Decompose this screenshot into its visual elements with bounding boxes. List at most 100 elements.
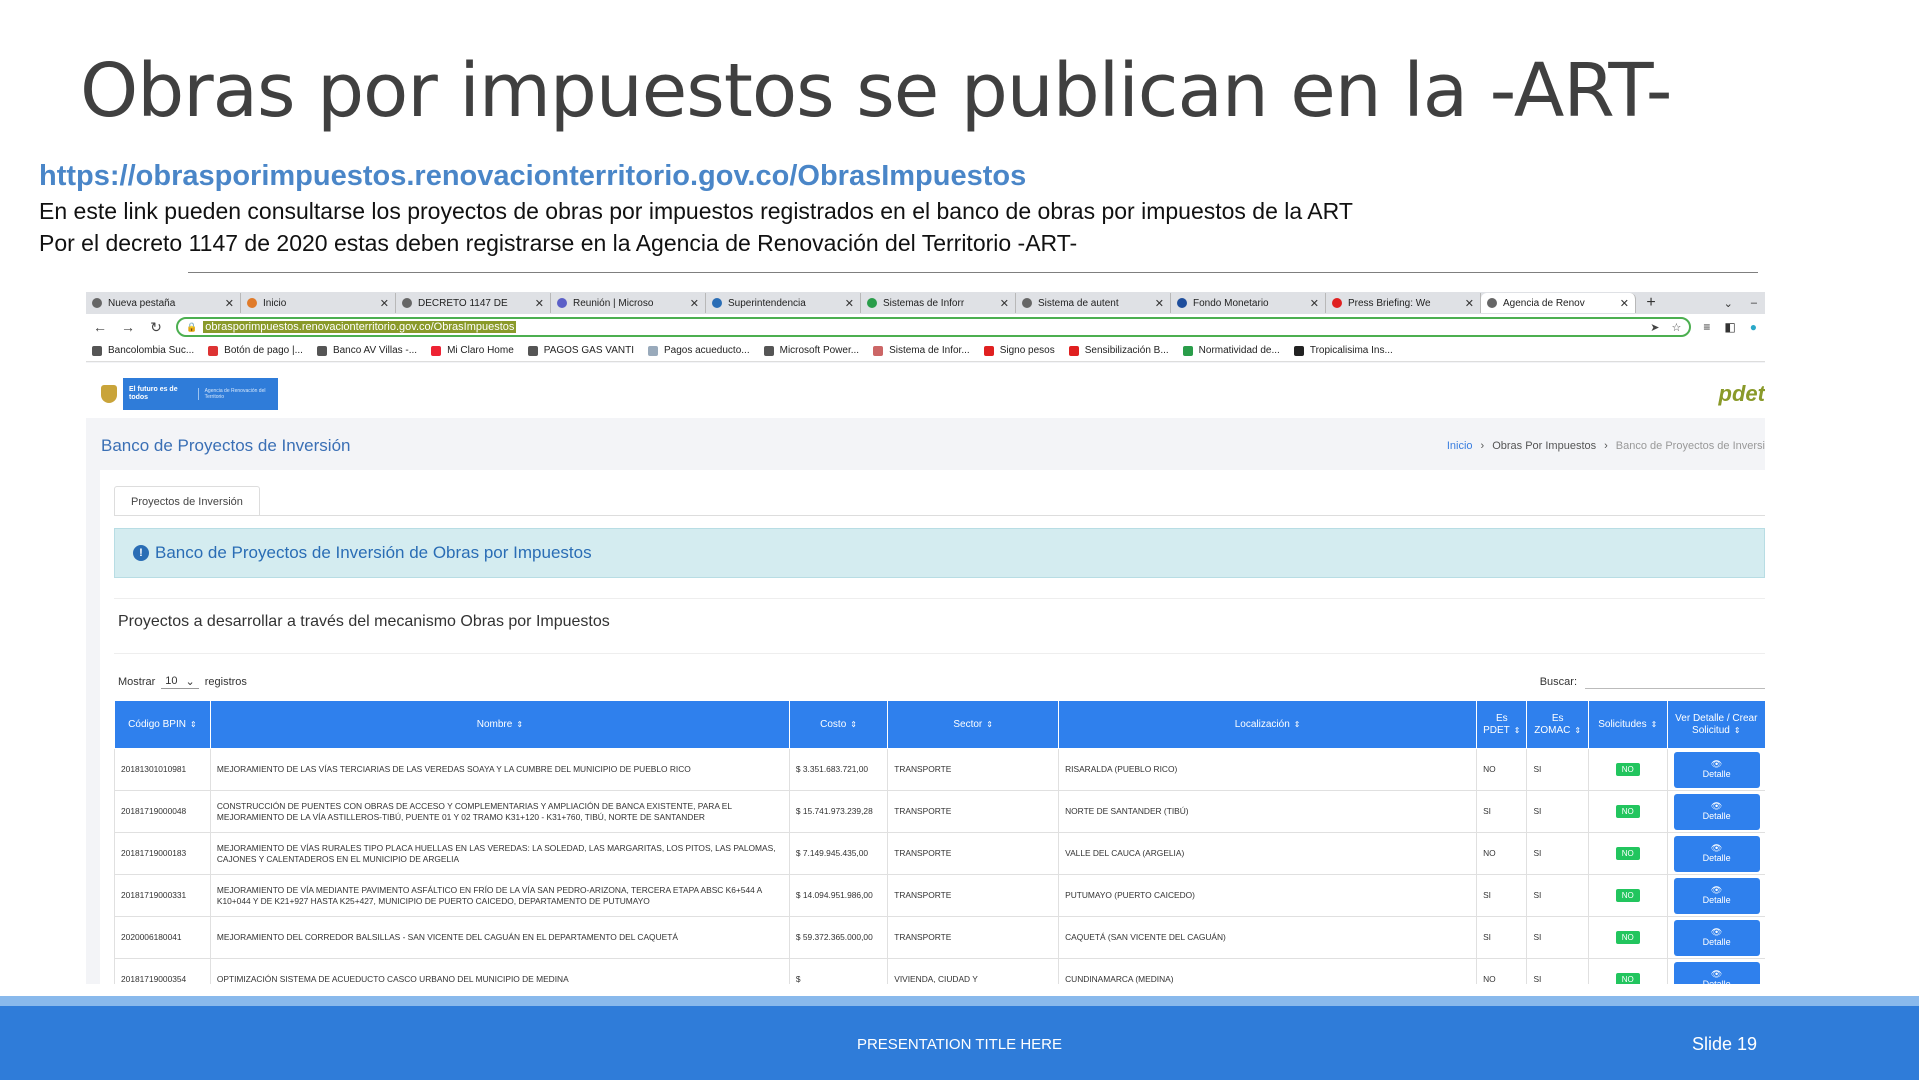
cell-nombre: MEJORAMIENTO DEL CORREDOR BALSILLAS - SA… xyxy=(209,916,790,959)
bookmark-icon xyxy=(1293,345,1304,356)
cell-localizacion: PUTUMAYO (PUERTO CAICEDO) xyxy=(1058,874,1478,917)
cell-solicitudes: NO xyxy=(1587,790,1668,833)
slide-text-line-2: Por el decreto 1147 de 2020 estas deben … xyxy=(39,230,1078,256)
bookmark-item[interactable]: Mi Claro Home xyxy=(431,345,514,356)
profile-icon[interactable]: ● xyxy=(1750,320,1757,334)
forward-icon[interactable]: → xyxy=(120,319,136,335)
info-alert: ! Banco de Proyectos de Inversión de Obr… xyxy=(114,528,1765,578)
col-header-pdet[interactable]: Es PDET ⇕ xyxy=(1476,700,1528,749)
browser-tab[interactable]: Sistemas de Inforr ✕ xyxy=(861,293,1016,313)
gov-logo[interactable]: El futuro es de todos Agencia de Renovac… xyxy=(96,378,278,410)
cell-costo: $ 14.094.951.986,00 xyxy=(788,874,889,917)
bookmark-item[interactable]: Banco AV Villas -... xyxy=(316,345,418,356)
close-icon[interactable]: ✕ xyxy=(1620,297,1629,310)
slide-link[interactable]: https://obrasporimpuestos.renovacionterr… xyxy=(39,160,1026,193)
new-tab-icon[interactable]: + xyxy=(1636,294,1666,312)
close-icon[interactable]: ✕ xyxy=(1000,297,1009,310)
close-icon[interactable]: ✕ xyxy=(1465,297,1474,310)
bookmark-item[interactable]: Bancolombia Suc... xyxy=(92,345,194,356)
url-input[interactable]: 🔒 obrasporimpuestos.renovacionterritorio… xyxy=(176,317,1692,337)
browser-tab[interactable]: Sistema de autent ✕ xyxy=(1016,293,1171,313)
browser-tab[interactable]: Reunión | Microso ✕ xyxy=(551,293,706,313)
detail-button[interactable]: 👁 Detalle xyxy=(1673,961,1760,984)
browser-tab[interactable]: Nueva pestaña ✕ xyxy=(86,293,241,313)
tab-label: Nueva pestaña xyxy=(108,297,176,309)
cell-sector: TRANSPORTE xyxy=(887,790,1060,833)
close-icon[interactable]: ✕ xyxy=(845,297,854,310)
chevron-right-icon: › xyxy=(1480,440,1485,452)
detail-button[interactable]: 👁 Detalle xyxy=(1673,877,1760,914)
detail-button[interactable]: 👁 Detalle xyxy=(1673,835,1760,872)
detail-button[interactable]: 👁 Detalle xyxy=(1673,793,1760,830)
status-badge: NO xyxy=(1615,931,1640,944)
detail-label: Detalle xyxy=(1702,811,1731,821)
cell-solicitudes: NO xyxy=(1587,874,1668,917)
browser-tab[interactable]: Fondo Monetario ✕ xyxy=(1171,293,1326,313)
share-icon[interactable]: ➤ xyxy=(1650,321,1659,334)
sidebar-icon[interactable]: ◧ xyxy=(1724,320,1735,334)
bookmark-item[interactable]: Sensibilización B... xyxy=(1068,345,1169,356)
sort-icon: ⇕ xyxy=(1513,725,1521,735)
bookmark-icon xyxy=(431,345,442,356)
reading-list-icon[interactable]: ≡ xyxy=(1703,320,1710,334)
search-input[interactable] xyxy=(1585,675,1765,689)
tab-proyectos[interactable]: Proyectos de Inversión xyxy=(114,486,260,516)
close-icon[interactable]: ✕ xyxy=(380,297,389,310)
bookmark-label: Banco AV Villas -... xyxy=(332,345,418,356)
browser-tab[interactable]: DECRETO 1147 DE ✕ xyxy=(396,293,551,313)
info-icon: ! xyxy=(133,545,149,561)
bookmark-icon xyxy=(1182,345,1193,356)
bookmark-item[interactable]: Tropicalisima Ins... xyxy=(1293,345,1393,356)
reload-icon[interactable]: ↻ xyxy=(148,319,164,336)
browser-tab[interactable]: Inicio ✕ xyxy=(241,293,396,313)
close-icon[interactable]: ✕ xyxy=(690,297,699,310)
page-length-select[interactable]: 10 ⌄ xyxy=(161,675,199,689)
bookmark-label: PAGOS GAS VANTI xyxy=(543,345,634,356)
col-header-sector[interactable]: Sector ⇕ xyxy=(887,700,1060,749)
detail-button[interactable]: 👁 Detalle xyxy=(1673,919,1760,956)
star-icon[interactable]: ☆ xyxy=(1672,321,1682,334)
cell-localizacion: CAQUETÁ (SAN VICENTE DEL CAGUÁN) xyxy=(1058,916,1478,959)
logo-text: El futuro es de todos xyxy=(128,386,178,401)
detail-label: Detalle xyxy=(1702,937,1731,947)
col-header-detalle[interactable]: Ver Detalle / Crear Solicitud ⇕ xyxy=(1666,700,1765,749)
bookmark-label: Sensibilización B... xyxy=(1084,345,1169,356)
browser-tab-active[interactable]: Agencia de Renov ✕ xyxy=(1481,293,1636,313)
col-header-solicitudes[interactable]: Solicitudes ⇕ xyxy=(1587,700,1668,749)
bookmark-icon xyxy=(527,345,538,356)
bookmark-item[interactable]: PAGOS GAS VANTI xyxy=(527,345,634,356)
breadcrumb-obras[interactable]: Obras Por Impuestos xyxy=(1492,440,1596,452)
detail-label: Detalle xyxy=(1702,895,1731,905)
tab-list-icon[interactable]: ⌄ xyxy=(1724,297,1733,310)
tab-favicon-icon xyxy=(247,298,257,308)
bookmark-label: Mi Claro Home xyxy=(447,345,514,356)
col-header-bpin[interactable]: Código BPIN ⇕ xyxy=(114,700,211,749)
bookmark-item[interactable]: Signo pesos xyxy=(983,345,1055,356)
browser-tab[interactable]: Superintendencia ✕ xyxy=(706,293,861,313)
alert-text: Banco de Proyectos de Inversión de Obras… xyxy=(155,543,592,562)
browser-tab[interactable]: Press Briefing: We ✕ xyxy=(1326,293,1481,313)
back-icon[interactable]: ← xyxy=(92,319,108,335)
col-header-zomac[interactable]: Es ZOMAC ⇕ xyxy=(1526,700,1589,749)
bookmark-item[interactable]: Botón de pago |... xyxy=(208,345,303,356)
tab-favicon-icon xyxy=(1332,298,1342,308)
table-row: 20181719000354 OPTIMIZACIÓN SISTEMA DE A… xyxy=(114,958,1765,984)
detail-button[interactable]: 👁 Detalle xyxy=(1673,751,1760,788)
minimize-icon[interactable]: – xyxy=(1751,297,1757,310)
col-header-localizacion[interactable]: Localización ⇕ xyxy=(1058,700,1478,749)
close-icon[interactable]: ✕ xyxy=(535,297,544,310)
close-icon[interactable]: ✕ xyxy=(1155,297,1164,310)
close-icon[interactable]: ✕ xyxy=(1310,297,1319,310)
close-icon[interactable]: ✕ xyxy=(225,297,234,310)
bookmark-item[interactable]: Normatividad de... xyxy=(1182,345,1280,356)
status-badge: NO xyxy=(1615,763,1640,776)
col-header-nombre[interactable]: Nombre ⇕ xyxy=(209,700,790,749)
bookmark-item[interactable]: Pagos acueducto... xyxy=(647,345,750,356)
bookmark-label: Sistema de Infor... xyxy=(889,345,970,356)
col-header-costo[interactable]: Costo ⇕ xyxy=(788,700,889,749)
bookmark-item[interactable]: Microsoft Power... xyxy=(763,345,859,356)
breadcrumb-inicio[interactable]: Inicio xyxy=(1447,440,1473,452)
bookmark-item[interactable]: Sistema de Infor... xyxy=(873,345,970,356)
tab-label: Fondo Monetario xyxy=(1193,297,1269,309)
col-label: Sector xyxy=(953,718,983,730)
